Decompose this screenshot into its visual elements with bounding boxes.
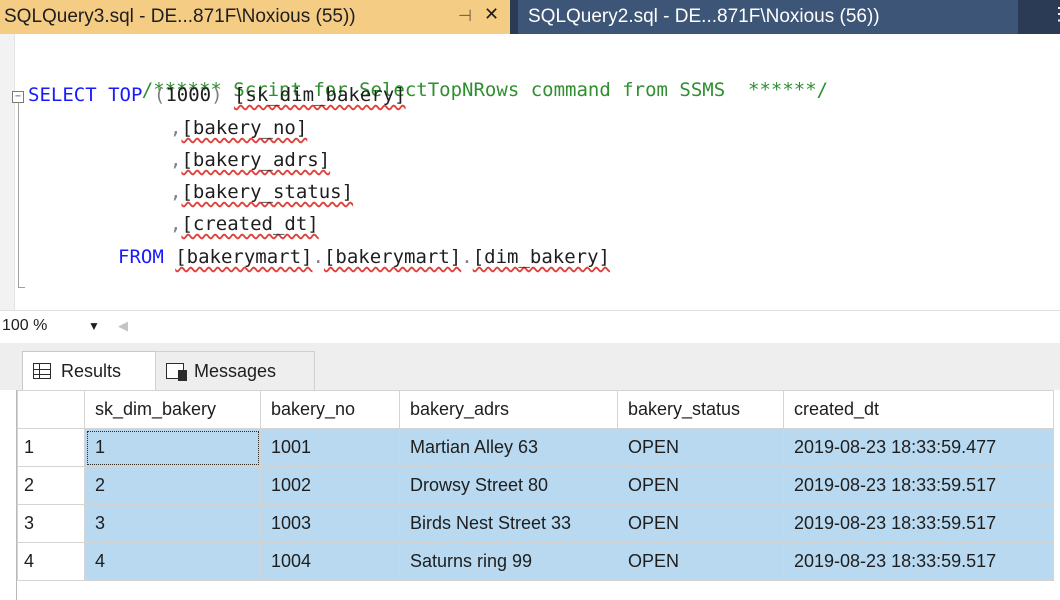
comma: , — [170, 149, 182, 171]
paren-close: ) — [211, 84, 223, 106]
table-cell[interactable]: 3 — [84, 504, 261, 543]
grid-icon — [33, 363, 51, 379]
tab-messages[interactable]: Messages — [155, 351, 315, 390]
tab-label: SQLQuery2.sql - DE...871F\Noxious (56)) — [528, 6, 880, 27]
table-cell[interactable]: OPEN — [617, 542, 784, 581]
column-identifier: [created_dt] — [181, 213, 319, 235]
table-identifier: [dim_bakery] — [472, 246, 610, 268]
table-cell[interactable]: 1 — [84, 428, 261, 467]
row-number[interactable]: 2 — [17, 466, 85, 505]
dot: . — [461, 246, 473, 268]
outline-guide — [18, 103, 19, 288]
tab-results[interactable]: Results — [22, 351, 156, 390]
results-tab-strip: Results Messages — [0, 343, 1060, 390]
horizontal-scrollbar[interactable] — [134, 323, 1034, 329]
row-number[interactable]: 1 — [17, 428, 85, 467]
table-cell[interactable]: 1004 — [260, 542, 400, 581]
code-line-4: ,[bakery_adrs] — [170, 145, 330, 175]
table-cell[interactable]: 1003 — [260, 504, 400, 543]
keyword-select: SELECT — [28, 84, 97, 106]
schema-identifier: [bakerymart] — [323, 246, 462, 268]
table-cell[interactable]: 2019-08-23 18:33:59.517 — [783, 504, 1054, 543]
tab-sqlquery2[interactable]: SQLQuery2.sql - DE...871F\Noxious (56)) — [518, 0, 1018, 34]
row-header-corner[interactable] — [17, 390, 85, 429]
table-cell[interactable]: 1002 — [260, 466, 400, 505]
database-identifier: [bakerymart] — [175, 246, 313, 268]
query-editor[interactable]: − /****** Script for SelectTopNRows comm… — [0, 34, 1060, 310]
chevron-down-icon[interactable]: ▼ — [88, 319, 100, 333]
editor-margin — [0, 34, 15, 310]
table-cell[interactable]: Saturns ring 99 — [399, 542, 618, 581]
column-header[interactable]: bakery_status — [617, 390, 784, 429]
paren-open: ( — [153, 84, 166, 106]
results-table[interactable]: sk_dim_bakery bakery_no bakery_adrs bake… — [17, 390, 1054, 581]
tab-results-label: Results — [61, 360, 122, 381]
table-cell[interactable]: OPEN — [617, 504, 784, 543]
tab-label: SQLQuery3.sql - DE...871F\Noxious (55)) — [4, 6, 356, 27]
table-cell[interactable]: 2019-08-23 18:33:59.517 — [783, 466, 1054, 505]
code-line-6: ,[created_dt] — [170, 209, 319, 239]
table-cell[interactable]: 1001 — [260, 428, 400, 467]
tab-overflow-icon[interactable]: ⋮ — [1050, 4, 1060, 25]
column-identifier: [bakery_status] — [181, 181, 354, 203]
table-row[interactable]: 4 4 1004 Saturns ring 99 OPEN 2019-08-23… — [17, 542, 1054, 581]
table-cell[interactable]: 2019-08-23 18:33:59.477 — [783, 428, 1054, 467]
table-row[interactable]: 2 2 1002 Drowsy Street 80 OPEN 2019-08-2… — [17, 466, 1054, 505]
table-row[interactable]: 3 3 1003 Birds Nest Street 33 OPEN 2019-… — [17, 504, 1054, 543]
dot: . — [312, 246, 324, 268]
table-cell[interactable]: Martian Alley 63 — [399, 428, 618, 467]
table-cell[interactable]: 2019-08-23 18:33:59.517 — [783, 542, 1054, 581]
code-line-5: ,[bakery_status] — [170, 177, 353, 207]
top-count: 1000 — [165, 84, 212, 106]
zoom-level[interactable]: 100 % — [2, 317, 47, 335]
code-line-3: ,[bakery_no] — [170, 113, 307, 143]
comma: , — [170, 181, 182, 203]
editor-status-bar: 100 % ▼ ◀ — [0, 310, 1060, 344]
column-identifier: [bakery_adrs] — [181, 149, 331, 171]
comma: , — [170, 213, 182, 235]
scroll-left-icon[interactable]: ◀ — [118, 318, 128, 334]
row-number[interactable]: 3 — [17, 504, 85, 543]
collapse-icon[interactable]: − — [12, 91, 24, 103]
table-row[interactable]: 1 1 1001 Martian Alley 63 OPEN 2019-08-2… — [17, 428, 1054, 467]
messages-icon — [166, 363, 187, 381]
column-identifier: [bakery_no] — [181, 117, 308, 139]
column-header[interactable]: sk_dim_bakery — [84, 390, 261, 429]
column-header[interactable]: bakery_no — [260, 390, 400, 429]
table-cell[interactable]: 2 — [84, 466, 261, 505]
row-number[interactable]: 4 — [17, 542, 85, 581]
close-icon[interactable]: ✕ — [484, 4, 499, 25]
code-line-7: FROM [bakerymart].[bakerymart].[dim_bake… — [118, 242, 610, 272]
keyword-top: TOP — [108, 84, 143, 106]
column-header[interactable]: created_dt — [783, 390, 1054, 429]
code-line-2: SELECT TOP (1000) [sk_dim_bakery] — [28, 80, 406, 110]
header-row: sk_dim_bakery bakery_no bakery_adrs bake… — [17, 390, 1054, 429]
tab-messages-label: Messages — [194, 360, 277, 381]
document-tab-strip: SQLQuery3.sql - DE...871F\Noxious (55)) … — [0, 0, 1060, 34]
table-cell[interactable]: Drowsy Street 80 — [399, 466, 618, 505]
table-cell[interactable]: 4 — [84, 542, 261, 581]
tab-sqlquery3[interactable]: SQLQuery3.sql - DE...871F\Noxious (55)) … — [0, 0, 510, 34]
table-cell[interactable]: OPEN — [617, 466, 784, 505]
table-cell[interactable]: Birds Nest Street 33 — [399, 504, 618, 543]
table-cell[interactable]: OPEN — [617, 428, 784, 467]
outline-guide-end — [18, 287, 25, 288]
results-grid[interactable]: sk_dim_bakery bakery_no bakery_adrs bake… — [0, 390, 1060, 600]
column-header[interactable]: bakery_adrs — [399, 390, 618, 429]
pin-icon[interactable]: ⊣ — [458, 6, 472, 26]
column-identifier: [sk_dim_bakery] — [234, 84, 406, 106]
keyword-from: FROM — [118, 246, 164, 268]
comma: , — [170, 117, 182, 139]
